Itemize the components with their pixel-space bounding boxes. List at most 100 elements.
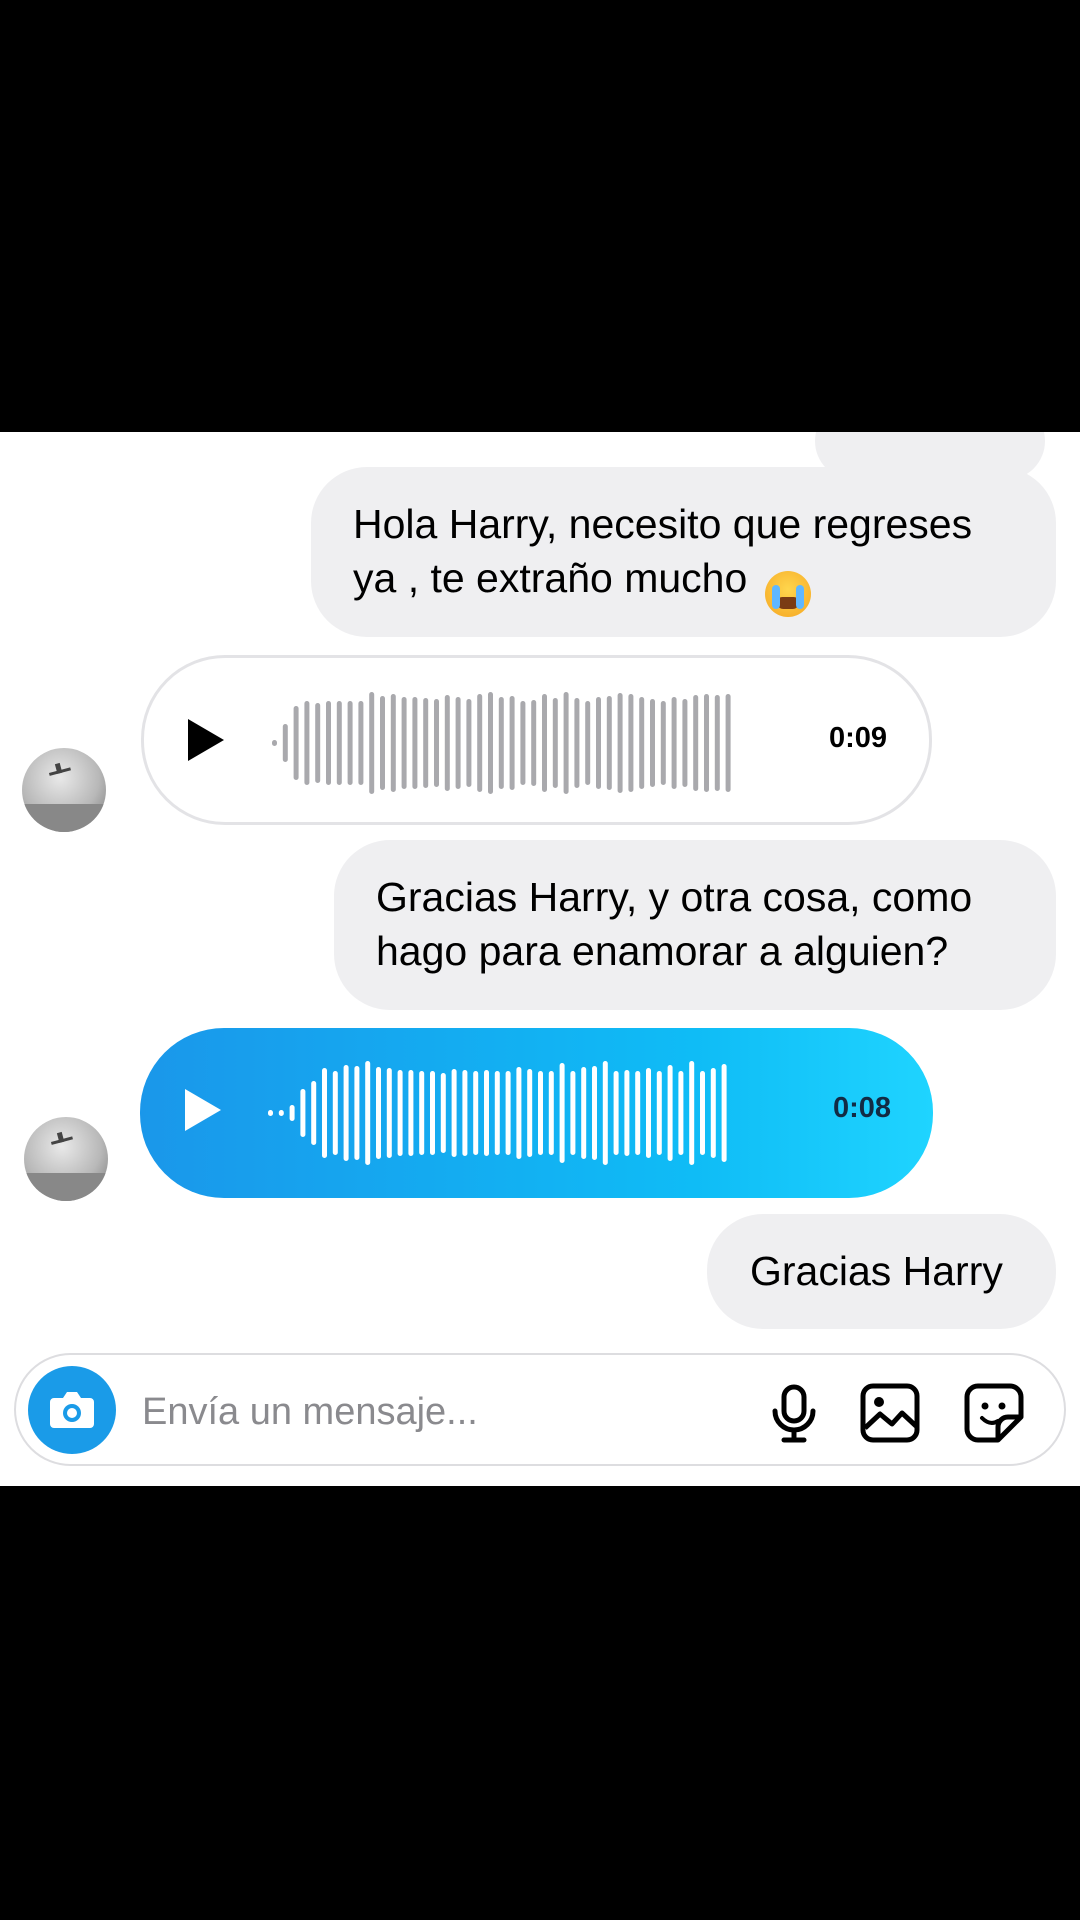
- waveform-bar: [347, 701, 353, 785]
- waveform-bar: [721, 1064, 727, 1162]
- waveform-bar: [624, 1070, 630, 1156]
- waveform-bar: [704, 694, 709, 792]
- waveform-bar: [354, 1066, 360, 1160]
- waveform-bar: [462, 1070, 468, 1156]
- waveform-bar: [322, 1068, 327, 1158]
- waveform-bar: [293, 706, 299, 780]
- play-icon[interactable]: [188, 719, 224, 761]
- waveform-bar: [408, 1070, 414, 1156]
- waveform-bar: [660, 701, 666, 785]
- waveform-bar: [617, 693, 623, 793]
- waveform-bar: [596, 697, 601, 789]
- waveform-bar: [419, 1071, 425, 1155]
- waveform-bar: [639, 697, 645, 789]
- waveform-bar: [289, 1105, 295, 1121]
- waveform-bar: [606, 696, 612, 790]
- waveform-bar: [602, 1061, 608, 1165]
- waveform-bar: [592, 1066, 597, 1160]
- waveform-bar: [315, 703, 321, 783]
- voice-message-2[interactable]: 0:08: [140, 1028, 933, 1198]
- voice-duration-1: 0:09: [828, 722, 887, 754]
- waveform-bar: [574, 698, 580, 788]
- contact-avatar[interactable]: [24, 1117, 108, 1201]
- message-text-1: Hola Harry, necesito que regreses ya , t…: [353, 501, 973, 601]
- waveform-bar: [272, 740, 277, 746]
- waveform-bar: [671, 697, 677, 789]
- outgoing-message-2[interactable]: Gracias Harry, y otra cosa, como hago pa…: [334, 840, 1056, 1010]
- waveform-bar: [311, 1081, 317, 1145]
- waveform-bar: [412, 697, 418, 789]
- waveform-bar: [656, 1071, 662, 1155]
- waveform-bar: [369, 692, 375, 794]
- sticker-icon[interactable]: [962, 1381, 1026, 1445]
- waveform-bar: [531, 700, 537, 786]
- waveform-bar: [585, 701, 591, 785]
- outgoing-message-1[interactable]: Hola Harry, necesito que regreses ya , t…: [311, 467, 1056, 637]
- waveform-bar: [559, 1063, 565, 1163]
- waveform-bar: [542, 694, 547, 792]
- message-text-2: Gracias Harry, y otra cosa, como hago pa…: [376, 874, 973, 974]
- waveform-bar: [430, 1071, 435, 1155]
- waveform-bar: [484, 1070, 489, 1156]
- gallery-icon[interactable]: [858, 1381, 922, 1445]
- waveform-bar: [401, 697, 407, 789]
- waveform-bar: [682, 699, 688, 787]
- waveform-bar: [477, 694, 483, 792]
- waveform[interactable]: [268, 682, 798, 804]
- waveform-bar: [466, 699, 472, 787]
- waveform-bar: [268, 1110, 273, 1116]
- waveform-bar: [527, 1069, 533, 1157]
- waveform-bar: [332, 1071, 338, 1155]
- waveform[interactable]: [264, 1052, 794, 1174]
- play-icon[interactable]: [185, 1089, 221, 1131]
- waveform-bar: [538, 1071, 543, 1155]
- camera-icon: [50, 1392, 94, 1428]
- waveform-bar: [646, 1068, 651, 1158]
- waveform-bar: [440, 1073, 446, 1153]
- waveform-bar: [282, 724, 288, 762]
- waveform-bar: [444, 695, 450, 791]
- message-composer: [14, 1353, 1066, 1466]
- waveform-bar: [488, 692, 493, 794]
- waveform-bar: [650, 699, 655, 787]
- waveform-bar: [397, 1070, 403, 1156]
- crying-face-emoji-icon: 😭: [764, 571, 811, 617]
- voice-message-1[interactable]: 0:09: [141, 655, 932, 825]
- outgoing-message-3[interactable]: Gracias Harry: [707, 1214, 1056, 1329]
- waveform-bar: [714, 695, 720, 791]
- waveform-bar: [505, 1071, 511, 1155]
- waveform-bar: [304, 701, 310, 785]
- waveform-bar: [386, 1068, 392, 1158]
- message-text-3: Gracias Harry: [750, 1248, 1003, 1294]
- waveform-bar: [326, 701, 331, 785]
- voice-duration-2: 0:08: [832, 1092, 891, 1124]
- waveform-bar: [365, 1061, 371, 1165]
- waveform-bar: [581, 1067, 587, 1159]
- camera-button[interactable]: [28, 1366, 116, 1454]
- microphone-icon[interactable]: [762, 1381, 826, 1445]
- waveform-bar: [613, 1071, 619, 1155]
- waveform-bar: [570, 1071, 576, 1155]
- contact-avatar[interactable]: [22, 748, 106, 832]
- chat-screen: Hola Harry, necesito que regreses ya , t…: [0, 432, 1080, 1486]
- waveform-bar: [300, 1089, 306, 1137]
- waveform-bar: [516, 1067, 522, 1159]
- waveform-bar: [390, 694, 396, 792]
- waveform-bar: [455, 697, 461, 789]
- waveform-bar: [509, 696, 515, 790]
- message-input[interactable]: [140, 1383, 624, 1441]
- waveform-bar: [451, 1069, 457, 1157]
- waveform-bar: [498, 697, 504, 789]
- waveform-bar: [494, 1071, 500, 1155]
- waveform-bar: [520, 701, 526, 785]
- waveform-bar: [725, 694, 731, 792]
- waveform-bar: [700, 1071, 705, 1155]
- waveform-bar: [278, 1110, 284, 1116]
- waveform-bar: [667, 1065, 673, 1161]
- waveform-bar: [434, 699, 439, 787]
- waveform-bar: [552, 698, 558, 788]
- waveform-bar: [710, 1068, 716, 1158]
- waveform-bar: [343, 1065, 349, 1161]
- waveform-bar: [693, 695, 699, 791]
- waveform-bar: [380, 696, 385, 790]
